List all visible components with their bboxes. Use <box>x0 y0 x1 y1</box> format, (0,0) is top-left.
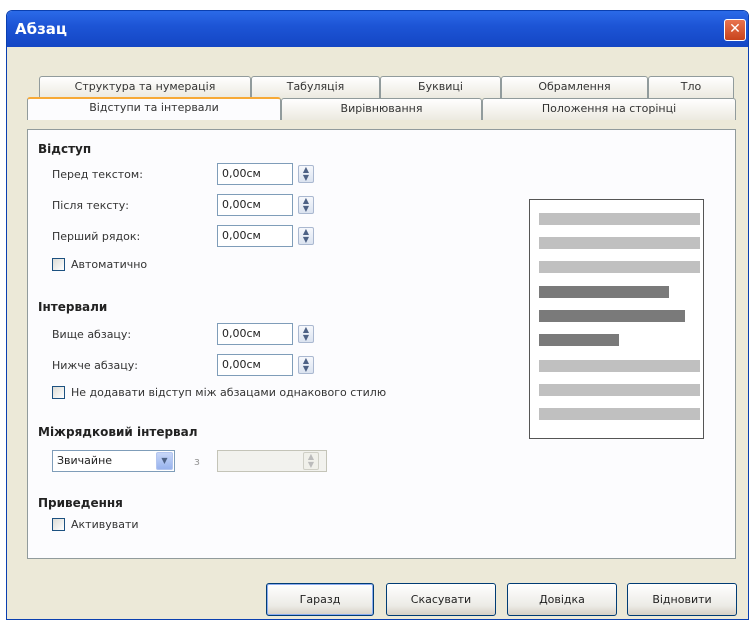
tab-outline-numbering[interactable]: Структура та нумерація <box>39 76 251 98</box>
activate-label: Активувати <box>71 518 139 531</box>
below-paragraph-field[interactable]: 0,00см <box>217 354 293 376</box>
tab-panel: Відступ Перед текстом: 0,00см ▲ ▼ Після т… <box>27 129 736 559</box>
before-text-spinner[interactable]: ▲ ▼ <box>298 165 314 183</box>
before-text-field[interactable]: 0,00см <box>217 163 293 185</box>
paragraph-dialog: Абзац ✕ Структура та нумерація Табуляція… <box>6 10 749 620</box>
auto-checkbox[interactable] <box>52 258 65 271</box>
first-line-label: Перший рядок: <box>52 230 141 243</box>
above-paragraph-spinner[interactable]: ▲ ▼ <box>298 325 314 343</box>
tab-drop-caps[interactable]: Буквиці <box>380 76 501 98</box>
tab-area[interactable]: Тло <box>648 76 734 98</box>
below-paragraph-label: Нижче абзацу: <box>52 359 138 372</box>
preview-line <box>539 408 700 420</box>
dialog-title: Абзац <box>15 20 68 38</box>
tab-alignment[interactable]: Вирівнювання <box>281 98 482 120</box>
preview-line-current <box>539 334 619 346</box>
after-text-label: Після тексту: <box>52 199 130 212</box>
auto-label: Автоматично <box>71 258 148 271</box>
activate-checkbox[interactable] <box>52 518 65 531</box>
preview-line <box>539 384 700 396</box>
no-space-checkbox[interactable] <box>52 386 65 399</box>
after-text-field[interactable]: 0,00см <box>217 194 293 216</box>
indent-heading: Відступ <box>38 142 92 156</box>
after-text-spinner[interactable]: ▲ ▼ <box>298 196 314 214</box>
tab-borders[interactable]: Обрамлення <box>501 76 648 98</box>
preview-line-current <box>539 310 685 322</box>
register-heading: Приведення <box>38 496 123 510</box>
help-button[interactable]: Довідка <box>507 583 617 616</box>
line-spacing-heading: Міжрядковий інтервал <box>38 425 198 439</box>
below-paragraph-spinner[interactable]: ▲ ▼ <box>298 356 314 374</box>
tab-tabs[interactable]: Табуляція <box>251 76 380 98</box>
of-label: з <box>194 455 200 468</box>
tab-indents-spacing[interactable]: Відступи та інтервали <box>27 97 281 120</box>
no-space-label: Не додавати відступ між абзацами однаков… <box>71 386 387 399</box>
preview-line <box>539 360 700 372</box>
dialog-content: Структура та нумерація Табуляція Буквиці… <box>7 47 748 619</box>
close-button[interactable]: ✕ <box>724 19 746 41</box>
line-spacing-spinner[interactable]: ▲ ▼ <box>303 452 319 470</box>
above-paragraph-label: Вище абзацу: <box>52 328 132 341</box>
tab-text-flow[interactable]: Положення на сторінці <box>482 98 736 120</box>
before-text-label: Перед текстом: <box>52 168 143 181</box>
chevron-down-icon[interactable]: ▼ <box>156 452 173 470</box>
paragraph-preview <box>529 199 704 439</box>
reset-button[interactable]: Відновити <box>627 583 737 616</box>
first-line-field[interactable]: 0,00см <box>217 225 293 247</box>
preview-line <box>539 261 700 273</box>
line-spacing-value: Звичайне <box>57 454 113 467</box>
preview-line-current <box>539 286 669 298</box>
spacing-heading: Інтервали <box>38 300 108 314</box>
cancel-button[interactable]: Скасувати <box>386 583 496 616</box>
ok-button[interactable]: Гаразд <box>266 583 374 616</box>
preview-line <box>539 213 700 225</box>
preview-line <box>539 237 700 249</box>
first-line-spinner[interactable]: ▲ ▼ <box>298 227 314 245</box>
title-bar[interactable]: Абзац ✕ <box>7 11 748 47</box>
above-paragraph-field[interactable]: 0,00см <box>217 323 293 345</box>
